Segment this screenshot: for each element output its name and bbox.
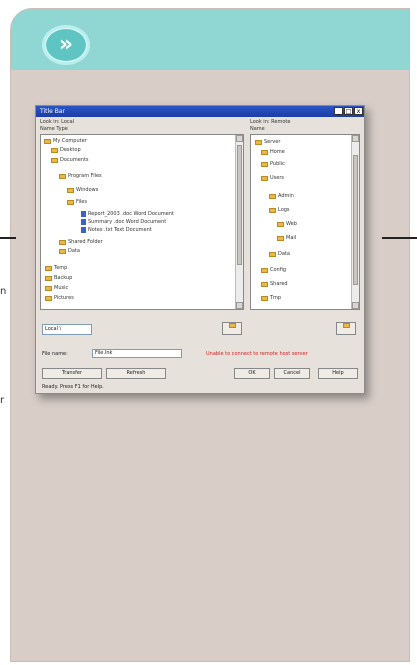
tree-row[interactable]: Admin — [269, 193, 294, 199]
new-folder-icon — [342, 323, 350, 328]
local-file-tree[interactable]: My Computer Desktop Documents Program Fi… — [40, 134, 244, 310]
tree-row[interactable]: Mail — [277, 235, 296, 241]
tree-row[interactable]: Config — [261, 267, 286, 273]
folder-icon — [45, 295, 52, 301]
folder-icon — [44, 138, 51, 144]
tree-row[interactable]: Shared — [261, 281, 288, 287]
filename-input[interactable]: File.lnk — [92, 349, 182, 358]
tree-row[interactable]: Windows — [67, 187, 98, 193]
tree-row[interactable]: Temp — [45, 265, 67, 271]
transfer-button[interactable]: Transfer — [42, 368, 102, 379]
new-folder-icon — [228, 323, 236, 328]
scroll-thumb[interactable] — [237, 145, 242, 265]
folder-icon — [59, 248, 66, 254]
right-pane-toolbar-2: Name — [250, 126, 360, 132]
tree-row[interactable]: Data — [269, 251, 290, 257]
folder-icon — [261, 149, 268, 155]
ok-button[interactable]: OK — [234, 368, 270, 379]
tree-row[interactable]: Server — [255, 139, 280, 145]
document-icon — [81, 219, 86, 225]
local-path-field[interactable]: Local \ — [42, 324, 92, 335]
folder-icon — [67, 199, 74, 205]
folder-icon — [261, 267, 268, 273]
folder-icon — [261, 281, 268, 287]
tree-row[interactable]: Notes .txt Text Document — [81, 227, 152, 233]
tree-row[interactable]: Shared Folder — [59, 239, 103, 245]
status-bar-text: Ready. Press F1 for Help. — [42, 384, 104, 390]
tree-row[interactable]: Desktop — [51, 147, 81, 153]
next-badge: » — [42, 25, 90, 65]
maximize-button[interactable]: □ — [344, 107, 353, 115]
scroll-up-arrow-icon[interactable] — [352, 135, 359, 142]
folder-icon — [269, 251, 276, 257]
tree-row[interactable]: Report_2003 .doc Word Document — [81, 211, 174, 217]
card-header: » — [11, 9, 409, 70]
minimize-button[interactable]: _ — [334, 107, 343, 115]
folder-icon — [45, 275, 52, 281]
document-icon — [81, 227, 86, 233]
right-scrollbar[interactable] — [351, 135, 359, 309]
left-scrollbar[interactable] — [235, 135, 243, 309]
tree-row[interactable]: Users — [261, 175, 284, 181]
new-folder-button[interactable] — [222, 322, 242, 335]
tree-row[interactable]: Files — [67, 199, 87, 205]
divider-right — [382, 237, 417, 239]
scroll-down-arrow-icon[interactable] — [352, 302, 359, 309]
dialog-title: Title Bar — [40, 108, 66, 115]
folder-icon — [261, 161, 268, 167]
tree-row[interactable]: Music — [45, 285, 68, 291]
scroll-down-arrow-icon[interactable] — [236, 302, 243, 309]
folder-icon — [255, 139, 262, 145]
dialog-titlebar: Title Bar _ □ x — [36, 106, 364, 117]
folder-icon — [269, 193, 276, 199]
close-button[interactable]: x — [354, 107, 363, 115]
tree-row[interactable]: Pictures — [45, 295, 74, 301]
folder-icon — [51, 147, 58, 153]
tree-row[interactable]: My Computer — [44, 138, 87, 144]
folder-icon — [51, 157, 58, 163]
folder-icon — [277, 221, 284, 227]
right-pane-toolbar-1: Look in: Remote — [250, 119, 360, 125]
folder-icon — [269, 207, 276, 213]
tree-row[interactable]: Program Files — [59, 173, 102, 179]
file-transfer-dialog: Title Bar _ □ x Look in: Local Name Type… — [35, 105, 365, 394]
folder-icon — [59, 173, 66, 179]
refresh-button[interactable]: Refresh — [106, 368, 166, 379]
document-icon — [81, 211, 86, 217]
double-chevron-right-icon: » — [46, 29, 86, 61]
folder-icon — [67, 187, 74, 193]
cancel-button[interactable]: Cancel — [274, 368, 310, 379]
left-pane-toolbar-2: Name Type — [40, 126, 240, 132]
filename-label: File name: — [42, 351, 68, 357]
error-message: Unable to connect to remote host server — [206, 351, 308, 357]
remote-file-tree[interactable]: Server Home Public Users Admin Logs Web … — [250, 134, 360, 310]
tree-row[interactable]: Data — [59, 248, 80, 254]
tree-row[interactable]: Documents — [51, 157, 89, 163]
tree-row[interactable]: Web — [277, 221, 297, 227]
left-pane-toolbar-1: Look in: Local — [40, 119, 240, 125]
edge-text-fragment: r — [0, 395, 5, 406]
folder-icon — [261, 175, 268, 181]
scroll-thumb[interactable] — [353, 155, 358, 285]
remote-new-folder-button[interactable] — [336, 322, 356, 335]
folder-icon — [59, 239, 66, 245]
folder-icon — [277, 235, 284, 241]
tree-row[interactable]: Logs — [269, 207, 290, 213]
edge-text-fragment: n — [0, 286, 7, 297]
tree-row[interactable]: Summary .doc Word Document — [81, 219, 166, 225]
divider-left — [0, 237, 16, 239]
tree-row[interactable]: Backup — [45, 275, 72, 281]
scroll-up-arrow-icon[interactable] — [236, 135, 243, 142]
tree-row[interactable]: Home — [261, 149, 285, 155]
tree-row[interactable]: Public — [261, 161, 285, 167]
folder-icon — [261, 295, 268, 301]
tip-card: » Title Bar _ □ x Look in: Local Name Ty… — [10, 8, 410, 662]
folder-icon — [45, 285, 52, 291]
tree-row[interactable]: Tmp — [261, 295, 281, 301]
folder-icon — [45, 265, 52, 271]
help-button[interactable]: Help — [318, 368, 358, 379]
